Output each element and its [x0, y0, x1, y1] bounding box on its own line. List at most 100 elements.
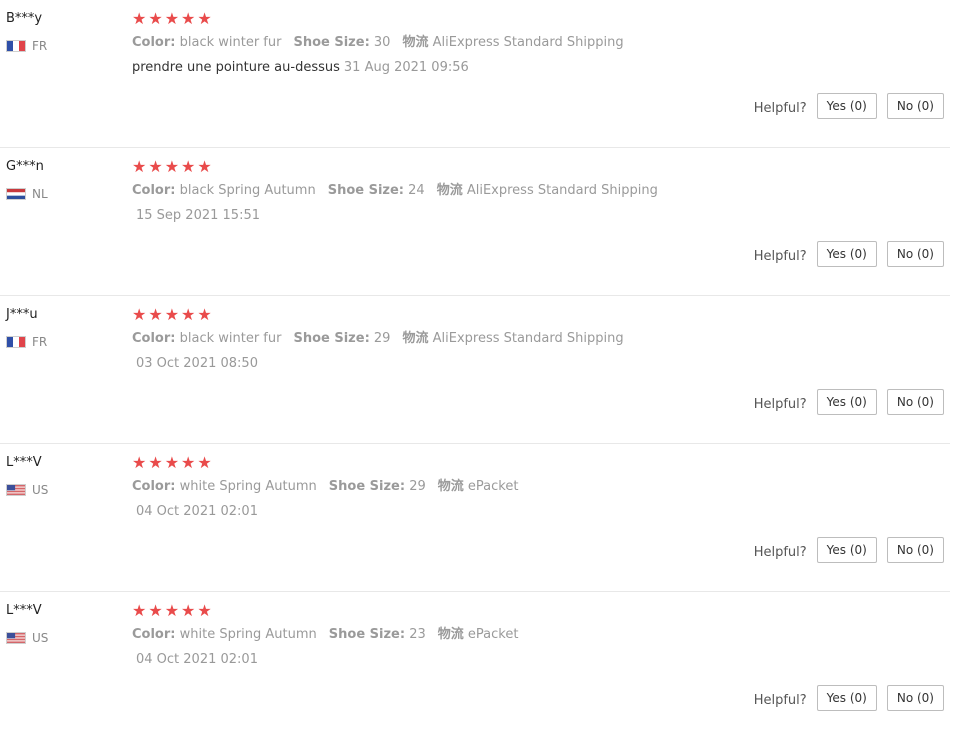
reviewer-info: L***V US — [6, 602, 48, 645]
star-rating: ★ ★ ★ ★ ★ — [132, 602, 950, 620]
attribute-value: 29 — [409, 479, 426, 494]
review-item: G***n NL ★ ★ ★ ★ ★ Color: black Spring Autumn Sh… — [0, 148, 950, 296]
helpful-vote: Helpful? Yes (0) No (0) — [754, 537, 944, 563]
helpful-yes-button[interactable]: Yes (0) — [816, 685, 877, 711]
country-code: US — [32, 631, 49, 645]
attribute-value: AliExpress Standard Shipping — [432, 35, 624, 50]
star-icon: ★ — [132, 9, 147, 28]
attribute-key: Color: — [132, 183, 176, 198]
helpful-label: Helpful? — [753, 100, 807, 116]
reviewer-country: US — [6, 480, 106, 497]
star-rating: ★ ★ ★ ★ ★ — [132, 306, 950, 324]
attribute-key: 物流 — [436, 183, 463, 198]
review-attribute: Shoe Size: 29 — [329, 478, 426, 496]
review-body: ★ ★ ★ ★ ★ Color: black Spring Autumn Shoe Size… — [132, 157, 950, 224]
star-icon: ★ — [164, 453, 180, 472]
attribute-key: Color: — [132, 627, 176, 642]
review-content: 04 Oct 2021 02:01 — [132, 503, 258, 521]
star-icon: ★ — [148, 305, 163, 324]
helpful-yes-button[interactable]: Yes (0) — [816, 241, 877, 267]
star-rating: ★ ★ ★ ★ ★ — [132, 10, 950, 28]
attribute-value: white Spring Autumn — [179, 627, 317, 642]
reviewer-country: FR — [6, 36, 106, 53]
attribute-value: 29 — [373, 331, 391, 346]
attribute-value: black Spring Autumn — [179, 183, 316, 198]
review-attribute: Color: black winter fur — [132, 34, 281, 52]
star-icon: ★ — [164, 157, 180, 176]
review-attribute: Shoe Size: 24 — [328, 182, 425, 200]
helpful-no-button[interactable]: No (0) — [886, 685, 944, 711]
reviewer-info: L***V US — [6, 454, 48, 497]
country-code: NL — [32, 187, 48, 201]
review-date: 15 Sep 2021 15:51 — [136, 208, 260, 223]
attribute-key: Shoe Size: — [293, 35, 370, 50]
reviewer-name: B***y — [6, 11, 43, 26]
star-icon: ★ — [181, 453, 196, 472]
country-code: FR — [32, 335, 48, 349]
fr-flag-icon — [6, 40, 26, 52]
star-icon: ★ — [197, 9, 212, 28]
reviewer-info: G***n NL — [6, 158, 48, 201]
attribute-key: Shoe Size: — [293, 331, 370, 346]
review-list: B***y FR ★ ★ ★ ★ ★ Color: black winter fur Shoe … — [0, 0, 954, 739]
star-icon: ★ — [148, 157, 163, 176]
review-content: 03 Oct 2021 08:50 — [132, 355, 258, 373]
review-attribute: Color: white Spring Autumn — [132, 478, 317, 496]
attribute-value: AliExpress Standard Shipping — [432, 331, 624, 346]
review-item: L***V US ★ ★ ★ ★ ★ Color: white Spring Autumn Sh… — [0, 444, 950, 592]
attribute-value: 24 — [408, 183, 425, 198]
helpful-yes-button[interactable]: Yes (0) — [816, 389, 877, 415]
review-attributes: Color: white Spring Autumn Shoe Size: 29 物… — [132, 478, 530, 496]
review-attributes: Color: black winter fur Shoe Size: 29 物流 A… — [132, 330, 636, 348]
attribute-key: 物流 — [402, 35, 429, 50]
attribute-value: 23 — [409, 627, 426, 642]
helpful-no-button[interactable]: No (0) — [886, 537, 944, 563]
review-attribute: 物流 AliExpress Standard Shipping — [437, 182, 658, 200]
review-date: 04 Oct 2021 02:01 — [136, 504, 258, 519]
attribute-value: black winter fur — [179, 331, 282, 346]
star-icon: ★ — [148, 9, 163, 28]
star-icon: ★ — [197, 157, 212, 176]
review-item: L***V US ★ ★ ★ ★ ★ Color: white Spring Autumn Sh… — [0, 592, 950, 739]
helpful-label: Helpful? — [753, 396, 807, 412]
attribute-key: Color: — [132, 35, 176, 50]
helpful-yes-button[interactable]: Yes (0) — [816, 93, 877, 119]
star-icon: ★ — [132, 453, 147, 472]
review-attribute: Color: black Spring Autumn — [132, 182, 316, 200]
review-attribute: 物流 AliExpress Standard Shipping — [402, 330, 623, 348]
review-date: 31 Aug 2021 09:56 — [343, 60, 469, 75]
star-icon: ★ — [197, 305, 212, 324]
star-icon: ★ — [148, 453, 163, 472]
attribute-value: ePacket — [467, 479, 519, 494]
attribute-key: 物流 — [402, 331, 429, 346]
review-attribute: 物流 ePacket — [438, 478, 519, 496]
attribute-value: white Spring Autumn — [179, 479, 317, 494]
attribute-value: 30 — [373, 35, 391, 50]
helpful-vote: Helpful? Yes (0) No (0) — [754, 93, 944, 119]
star-icon: ★ — [197, 453, 212, 472]
helpful-no-button[interactable]: No (0) — [886, 389, 944, 415]
review-content: prendre une pointure au-dessus 31 Aug 202… — [132, 59, 469, 77]
review-body: ★ ★ ★ ★ ★ Color: black winter fur Shoe Size: 2… — [132, 306, 950, 372]
star-icon: ★ — [164, 305, 180, 324]
review-date: 04 Oct 2021 02:01 — [136, 652, 258, 667]
fr-flag-icon — [6, 336, 26, 348]
helpful-label: Helpful? — [753, 248, 807, 264]
helpful-no-button[interactable]: No (0) — [886, 93, 944, 119]
attribute-key: Color: — [132, 479, 176, 494]
star-icon: ★ — [148, 601, 163, 620]
star-icon: ★ — [181, 305, 196, 324]
review-attribute: Color: black winter fur — [132, 330, 281, 348]
reviewer-country: NL — [6, 184, 106, 201]
star-icon: ★ — [132, 601, 147, 620]
attribute-value: black winter fur — [179, 35, 282, 50]
review-body: ★ ★ ★ ★ ★ Color: black winter fur Shoe Size: 3… — [132, 10, 950, 76]
helpful-yes-button[interactable]: Yes (0) — [816, 537, 877, 563]
helpful-no-button[interactable]: No (0) — [886, 241, 944, 267]
star-icon: ★ — [164, 601, 180, 620]
nl-flag-icon — [6, 188, 26, 200]
review-attributes: Color: black Spring Autumn Shoe Size: 24 物… — [132, 182, 670, 200]
helpful-label: Helpful? — [753, 544, 807, 560]
attribute-key: Shoe Size: — [328, 627, 406, 642]
reviewer-info: J***u FR — [6, 306, 47, 349]
